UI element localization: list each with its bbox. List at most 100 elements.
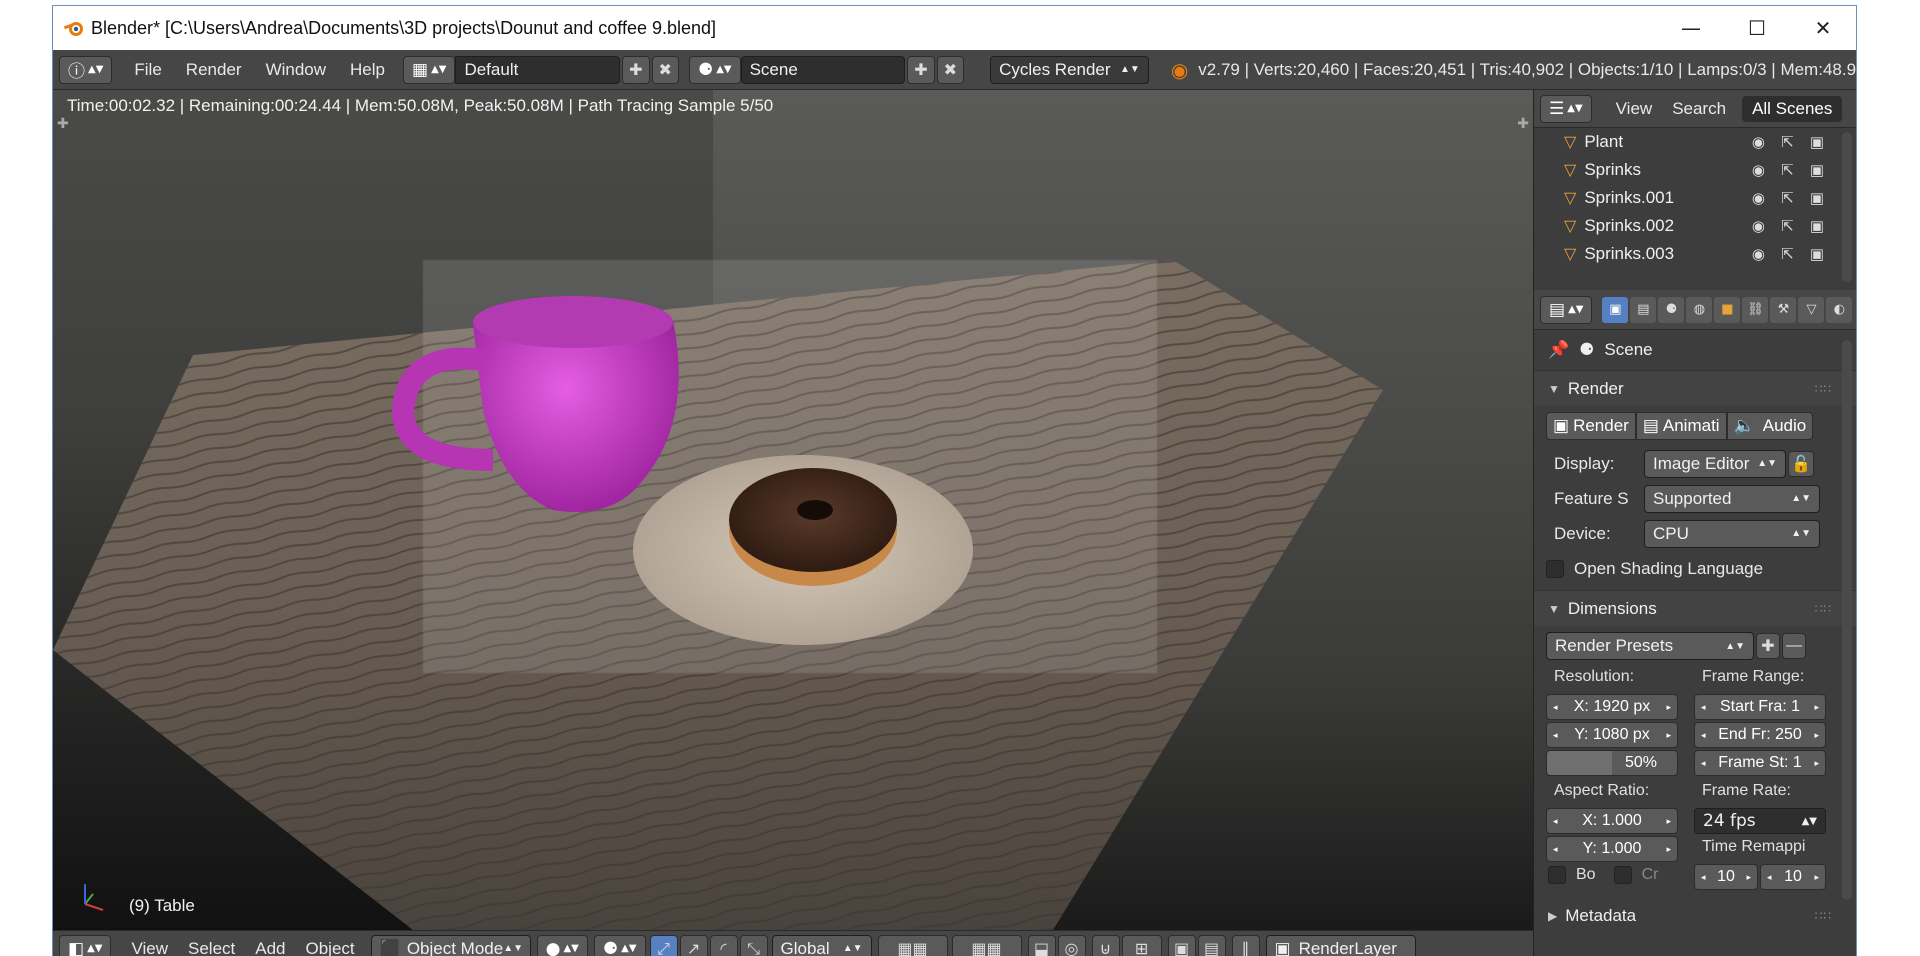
outliner-menu-search[interactable]: Search	[1662, 99, 1736, 119]
rotate-manipulator-button[interactable]: ◜	[709, 934, 738, 956]
lock-camera-button[interactable]: ⬓	[1027, 934, 1056, 956]
render-layer-select[interactable]: ▣ RenderLayer	[1265, 934, 1416, 956]
remap-old-field[interactable]: ◂ 10 ▸	[1694, 864, 1758, 890]
frame-end-field[interactable]: ◂ End Fr: 250 ▸	[1694, 722, 1826, 748]
add-preset-button[interactable]: ✚	[1756, 633, 1780, 659]
border-checkbox[interactable]	[1548, 866, 1566, 884]
aspect-x-field[interactable]: ◂ X: 1.000 ▸	[1546, 808, 1678, 834]
opengl-anim-button[interactable]: ▤	[1197, 934, 1226, 956]
close-button[interactable]: ✕	[1790, 6, 1856, 50]
visibility-icons[interactable]: ◉ ⇱ ▣	[1752, 161, 1830, 179]
scene-name-field[interactable]: Scene	[740, 55, 906, 84]
render-layer-toggle[interactable]: ∥	[1231, 934, 1260, 956]
resolution-x-field[interactable]: ◂ X: 1920 px ▸	[1546, 694, 1678, 720]
scene-tab-icon[interactable]: ⚈	[1658, 296, 1685, 323]
editor-type-button[interactable]: ◧ ▲▼	[59, 934, 112, 956]
frame-start-field[interactable]: ◂ Start Fra: 1 ▸	[1694, 694, 1826, 720]
outliner-item[interactable]: ▽ Sprinks ◉ ⇱ ▣	[1534, 156, 1856, 184]
outliner-item[interactable]: ▽ Sprinks.001 ◉ ⇱ ▣	[1534, 184, 1856, 212]
frame-step-field[interactable]: ◂ Frame St: 1 ▸	[1694, 750, 1826, 776]
menu-window[interactable]: Window	[254, 60, 338, 80]
aspect-y-field[interactable]: ◂ Y: 1.000 ▸	[1546, 836, 1678, 862]
render-engine-select[interactable]: Cycles Render ▲▼	[990, 55, 1149, 84]
lock-interface-button[interactable]: 🔓	[1788, 450, 1814, 477]
frame-rate-select[interactable]: 24 fps ▲▼	[1694, 808, 1826, 834]
render-animation-button[interactable]: ▤ Animati	[1635, 412, 1727, 440]
properties-editor-type[interactable]: ▤ ▲▼	[1540, 295, 1593, 324]
pivot-select[interactable]: ⚈ ▲▼	[593, 934, 646, 956]
proportional-edit-button[interactable]: ◎	[1057, 934, 1086, 956]
visibility-icons[interactable]: ◉ ⇱ ▣	[1752, 245, 1830, 263]
editor-type-info-button[interactable]: ⓘ ▲▼	[59, 55, 113, 84]
device-select[interactable]: CPU ▲▼	[1644, 519, 1820, 548]
menu-select[interactable]: Select	[178, 939, 245, 956]
osl-checkbox[interactable]	[1546, 559, 1564, 578]
osl-row[interactable]: Open Shading Language	[1534, 551, 1856, 586]
scene-selector-button[interactable]: ⚈ ▲▼	[688, 55, 741, 84]
layout-name-field[interactable]: Default	[455, 55, 621, 84]
render-layers-tab-icon[interactable]: ▤	[1630, 296, 1657, 323]
crop-checkbox[interactable]	[1613, 866, 1632, 884]
region-toggle-icon[interactable]: ✚	[1517, 116, 1529, 132]
translate-manipulator-button[interactable]: ↗	[679, 934, 708, 956]
outliner-item[interactable]: ▽ Sprinks.002 ◉ ⇱ ▣	[1534, 212, 1856, 240]
material-tab-icon[interactable]: ◐	[1826, 296, 1853, 323]
visibility-icons[interactable]: ◉ ⇱ ▣	[1752, 217, 1830, 235]
resolution-y-field[interactable]: ◂ Y: 1080 px ▸	[1546, 722, 1678, 748]
drag-grip-icon[interactable]: ∷∷	[1815, 382, 1832, 396]
data-tab-icon[interactable]: ▽	[1798, 296, 1825, 323]
maximize-button[interactable]: ☐	[1724, 6, 1790, 50]
region-toggle-icon[interactable]: ✚	[57, 116, 69, 132]
snap-button[interactable]: ⊍	[1091, 934, 1120, 956]
menu-add[interactable]: Add	[245, 939, 295, 956]
feature-set-select[interactable]: Supported ▲▼	[1644, 484, 1820, 513]
remove-preset-button[interactable]: —	[1782, 633, 1806, 659]
layout-selector-button[interactable]: ▦ ▲▼	[403, 55, 456, 84]
dimensions-panel-header[interactable]: ▼ Dimensions ∷∷	[1534, 590, 1856, 626]
orientation-select[interactable]: Global ▲▼	[771, 934, 872, 956]
delete-scene-button[interactable]: ✖	[936, 55, 965, 84]
mode-select[interactable]: ⬛ Object Mode ▲▼	[370, 934, 531, 956]
world-tab-icon[interactable]: ◍	[1686, 296, 1713, 323]
add-layout-button[interactable]: ✚	[622, 55, 650, 84]
render-tab-camera-icon[interactable]: ▣	[1602, 296, 1629, 323]
visibility-icons[interactable]: ◉ ⇱ ▣	[1752, 133, 1830, 151]
render-presets-select[interactable]: Render Presets ▲▼	[1546, 632, 1754, 660]
delete-layout-button[interactable]: ✖	[651, 55, 679, 84]
outliner-editor-type[interactable]: ☰ ▲▼	[1540, 94, 1592, 123]
modifiers-tab-icon[interactable]: ⚒	[1770, 296, 1797, 323]
menu-view[interactable]: View	[121, 939, 178, 956]
menu-object[interactable]: Object	[296, 939, 365, 956]
drag-grip-icon[interactable]: ∷∷	[1815, 602, 1832, 616]
scale-manipulator-button[interactable]: ⤡	[739, 934, 768, 956]
menu-file[interactable]: File	[122, 60, 173, 80]
outliner-item[interactable]: ▽ Plant ◉ ⇱ ▣	[1534, 128, 1856, 156]
pin-icon[interactable]: 📌	[1548, 340, 1569, 360]
opengl-render-button[interactable]: ▣	[1167, 934, 1196, 956]
outliner-scrollbar[interactable]	[1842, 132, 1852, 282]
render-panel-header[interactable]: ▼ Render ∷∷	[1534, 370, 1856, 406]
object-tab-icon[interactable]: ■	[1714, 296, 1741, 323]
minimize-button[interactable]: —	[1658, 6, 1724, 50]
properties-scrollbar[interactable]	[1842, 340, 1852, 900]
add-scene-button[interactable]: ✚	[907, 55, 935, 84]
metadata-panel-header[interactable]: ▶ Metadata ∷∷	[1534, 898, 1856, 934]
3d-viewport[interactable]: ✚ ✚ Time:00:02.32 | Remaining:00:24.44 |…	[53, 90, 1533, 930]
display-select[interactable]: Image Editor ▲▼	[1644, 449, 1786, 478]
remap-new-field[interactable]: ◂ 10 ▸	[1760, 864, 1826, 890]
drag-grip-icon[interactable]: ∷∷	[1815, 909, 1832, 923]
shading-select[interactable]: ● ▲▼	[536, 934, 588, 956]
layers-grid[interactable]: ▦▦	[877, 934, 948, 956]
outliner-item[interactable]: ▽ Sprinks.003 ◉ ⇱ ▣	[1534, 240, 1856, 268]
menu-render[interactable]: Render	[174, 60, 254, 80]
render-audio-button[interactable]: 🔈 Audio	[1726, 412, 1813, 440]
outliner-menu-view[interactable]: View	[1606, 99, 1663, 119]
manipulator-toggle[interactable]: ⤢	[649, 934, 678, 956]
resolution-percentage-slider[interactable]: 50%	[1546, 750, 1678, 776]
render-image-button[interactable]: ▣ Render	[1546, 412, 1636, 440]
layers-grid-2[interactable]: ▦▦	[951, 934, 1022, 956]
menu-help[interactable]: Help	[338, 60, 397, 80]
visibility-icons[interactable]: ◉ ⇱ ▣	[1752, 189, 1830, 207]
snap-element-select[interactable]: ⊞	[1121, 934, 1162, 956]
outliner-display-mode[interactable]: All Scenes	[1742, 95, 1843, 122]
